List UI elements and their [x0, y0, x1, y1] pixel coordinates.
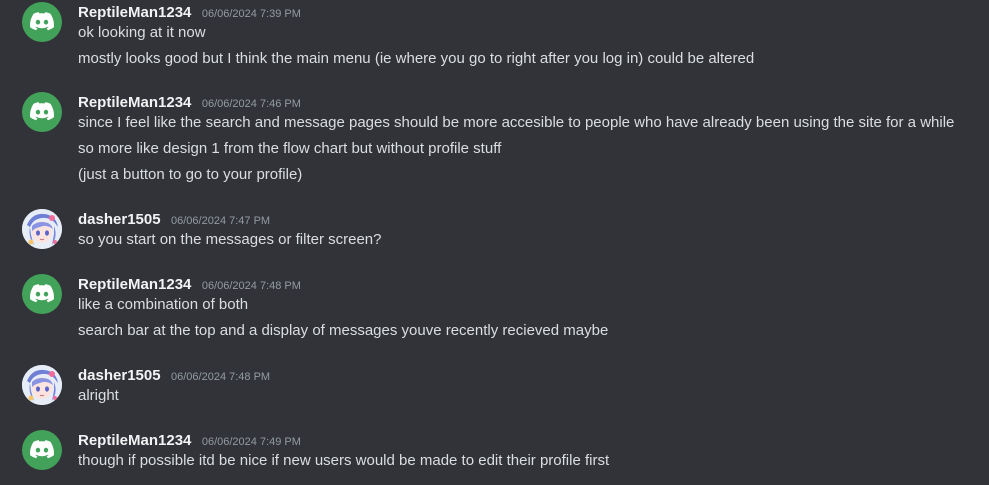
chat-message-list: ReptileMan1234 06/06/2024 7:39 PM ok loo…: [0, 0, 989, 485]
message-text: mostly looks good but I think the main m…: [78, 50, 755, 67]
message-text: so you start on the messages or filter s…: [78, 231, 382, 248]
anime-avatar-icon[interactable]: [22, 209, 62, 249]
message-header: dasher1505 06/06/2024 7:48 PM: [78, 365, 270, 387]
timestamp: 06/06/2024 7:39 PM: [201, 8, 301, 20]
timestamp: 06/06/2024 7:47 PM: [171, 215, 271, 227]
anime-avatar-glyph: [22, 365, 62, 405]
message-text: so more like design 1 from the flow char…: [78, 140, 502, 157]
discord-logo-icon[interactable]: [22, 274, 62, 314]
discord-logo-glyph: [30, 12, 54, 31]
username[interactable]: dasher1505: [78, 365, 161, 387]
discord-logo-icon[interactable]: [22, 2, 62, 42]
message-header: ReptileMan1234 06/06/2024 7:49 PM: [78, 430, 301, 452]
username[interactable]: ReptileMan1234: [78, 430, 191, 452]
discord-logo-glyph: [30, 102, 54, 121]
discord-logo-glyph: [30, 440, 54, 459]
timestamp: 06/06/2024 7:49 PM: [201, 436, 301, 448]
anime-avatar-icon[interactable]: [22, 365, 62, 405]
message-text: search bar at the top and a display of m…: [78, 322, 609, 339]
timestamp: 06/06/2024 7:48 PM: [201, 280, 301, 292]
discord-logo-icon[interactable]: [22, 430, 62, 470]
message-text: though if possible itd be nice if new us…: [78, 452, 610, 469]
username[interactable]: dasher1505: [78, 209, 161, 231]
message-header: ReptileMan1234 06/06/2024 7:39 PM: [78, 2, 301, 24]
message-text: like a combination of both: [78, 296, 249, 313]
message-header: ReptileMan1234 06/06/2024 7:48 PM: [78, 274, 301, 296]
username[interactable]: ReptileMan1234: [78, 92, 191, 114]
anime-avatar-glyph: [22, 209, 62, 249]
message-header: dasher1505 06/06/2024 7:47 PM: [78, 209, 270, 231]
username[interactable]: ReptileMan1234: [78, 2, 191, 24]
message-header: ReptileMan1234 06/06/2024 7:46 PM: [78, 92, 301, 114]
timestamp: 06/06/2024 7:48 PM: [171, 371, 271, 383]
username[interactable]: ReptileMan1234: [78, 274, 191, 296]
message-text: (just a button to go to your profile): [78, 166, 303, 183]
message-text: alright: [78, 387, 119, 404]
timestamp: 06/06/2024 7:46 PM: [201, 98, 301, 110]
message-text: ok looking at it now: [78, 24, 206, 41]
message-text: since I feel like the search and message…: [78, 114, 955, 131]
discord-logo-glyph: [30, 284, 54, 303]
discord-logo-icon[interactable]: [22, 92, 62, 132]
